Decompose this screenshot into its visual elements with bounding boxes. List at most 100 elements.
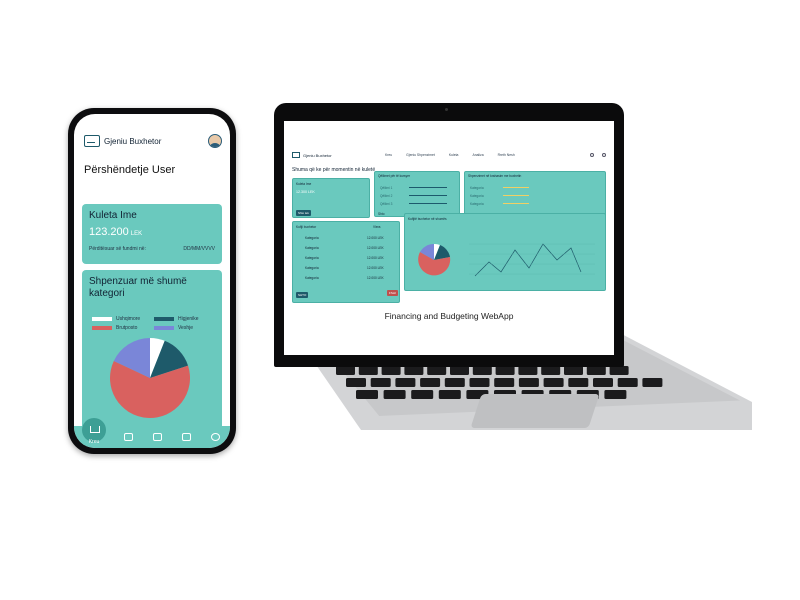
budget-row-label: Kategoria bbox=[305, 236, 319, 240]
phone-header: Gjeniu Buxhetor bbox=[74, 114, 230, 148]
keyboard-key bbox=[383, 390, 406, 399]
keyboard-key bbox=[617, 378, 638, 387]
expense-bar bbox=[503, 187, 529, 189]
budget-row-value: 12.000 LEK bbox=[367, 236, 384, 240]
budget-add-button[interactable]: SHTO bbox=[296, 292, 309, 298]
category-pie-chart bbox=[110, 338, 190, 418]
goal-progress bbox=[409, 195, 447, 197]
budget-row-label: Kategoria bbox=[305, 256, 319, 260]
keyboard-key bbox=[495, 366, 515, 375]
keyboard-key bbox=[518, 366, 538, 375]
wallet-card: Kuleta Ime 123.200 LEK Përditësuar së fun… bbox=[82, 204, 222, 264]
wallet-updated-label: Përditësuar së fundmi në: bbox=[89, 246, 146, 252]
nav-analiza[interactable]: Analiza bbox=[472, 153, 483, 157]
wallet-logo-icon bbox=[84, 135, 100, 147]
laptop-lid: Gjeniu Buxhetor Kreu Gjeniu Shpenzimet K… bbox=[274, 103, 624, 367]
laptop-screen: Gjeniu Buxhetor Kreu Gjeniu Shpenzimet K… bbox=[284, 121, 614, 355]
nav-home[interactable]: Kreu bbox=[82, 418, 106, 448]
nav-kreu[interactable]: Kreu bbox=[385, 153, 392, 157]
keyboard-key bbox=[543, 378, 564, 387]
keyboard-key bbox=[450, 366, 469, 375]
wallet-currency: LEK bbox=[130, 231, 143, 237]
top-categories-card: Shpenzuar më shumë kategori Ushqimore Hi… bbox=[82, 270, 222, 430]
legend-item: Brutposto bbox=[92, 325, 154, 331]
budget-row-label: Kategoria bbox=[305, 246, 319, 250]
expense-item: Kategoria bbox=[470, 194, 484, 198]
keyboard-key bbox=[568, 378, 589, 387]
avatar[interactable] bbox=[208, 134, 222, 148]
bell-icon[interactable] bbox=[590, 153, 594, 157]
legend-label: Ushqimore bbox=[116, 315, 141, 322]
laptop-charts bbox=[418, 243, 595, 277]
laptop-line-series bbox=[474, 243, 582, 277]
analytics-nav-icon[interactable] bbox=[182, 433, 191, 441]
top-categories-title: Shpenzuar më shumë kategori bbox=[89, 276, 187, 299]
goals-add-link[interactable]: Shto bbox=[378, 212, 385, 216]
keyboard-key bbox=[593, 378, 613, 387]
keyboard-key bbox=[472, 366, 492, 375]
nav-shpenzimet[interactable]: Gjeniu Shpenzimet bbox=[406, 153, 435, 157]
page-title: Përshëndetje User bbox=[84, 164, 176, 176]
keyboard-key bbox=[427, 366, 447, 375]
keyboard-key bbox=[609, 366, 629, 375]
legend-item: Higjenike bbox=[154, 316, 216, 322]
budget-row-value: 12.000 LEK bbox=[367, 266, 384, 270]
user-icon[interactable] bbox=[602, 153, 606, 157]
keyboard-key bbox=[336, 366, 355, 375]
laptop-expenses-card: Shpenzimet në krahasim me buxhetin Kateg… bbox=[464, 171, 606, 217]
wallet-logo-icon bbox=[292, 152, 300, 158]
phone-frame: Gjeniu Buxhetor Përshëndetje User Kuleta… bbox=[68, 108, 236, 454]
keyboard-key bbox=[370, 378, 391, 387]
legend-label: Higjenike bbox=[178, 315, 199, 322]
goal-progress bbox=[409, 187, 447, 189]
keyboard-key bbox=[346, 378, 366, 387]
goal-item: Qëllimi 3 bbox=[380, 202, 393, 206]
expenses-nav-icon[interactable] bbox=[124, 433, 133, 441]
nav-kuleta[interactable]: Kuleta bbox=[449, 153, 459, 157]
add-money-button[interactable]: Shto lek bbox=[296, 210, 311, 216]
budget-row-value: 12.000 LEK bbox=[367, 246, 384, 250]
wallet-amount-value: 123.200 bbox=[89, 226, 129, 238]
wallet-nav-icon[interactable] bbox=[153, 433, 162, 441]
keyboard-key bbox=[564, 366, 583, 375]
keyboard-key bbox=[356, 390, 378, 399]
legend-swatch bbox=[154, 325, 174, 330]
goal-item: Qëllimi 1 bbox=[380, 186, 393, 190]
bottom-nav: Kreu bbox=[74, 418, 230, 448]
keyboard-key bbox=[420, 378, 441, 387]
legend-swatch bbox=[92, 325, 112, 330]
laptop-budget-card: Kufiji buxhetor Vlera Kategoria 12.000 L… bbox=[292, 221, 400, 303]
budget-delete-button[interactable]: FSHI bbox=[387, 290, 398, 296]
laptop-wallet-amount: 12.300 LEK bbox=[296, 190, 315, 194]
keyboard-key bbox=[494, 378, 515, 387]
nav-rreth-nesh[interactable]: Rreth Nesh bbox=[498, 153, 515, 157]
phone-screen: Gjeniu Buxhetor Përshëndetje User Kuleta… bbox=[74, 114, 230, 448]
budget-row-value: 12.000 LEK bbox=[367, 256, 384, 260]
keyboard-key bbox=[586, 366, 606, 375]
expense-item: Kategoria bbox=[470, 202, 484, 206]
keyboard-key bbox=[404, 366, 424, 375]
goal-progress bbox=[409, 203, 447, 205]
keyboard-key bbox=[381, 366, 401, 375]
device-mockup: Gjeniu Buxhetor Kreu Gjeniu Shpenzimet K… bbox=[0, 0, 800, 600]
laptop-wallet-title: Kuleta Ime bbox=[296, 182, 312, 186]
legend-item: Veshje bbox=[154, 325, 216, 331]
wallet-updated: Përditësuar së fundmi në: DD/MM/VVVV bbox=[89, 246, 215, 252]
legend-swatch bbox=[154, 316, 174, 321]
keyboard-key bbox=[395, 378, 416, 387]
info-nav-icon[interactable] bbox=[211, 433, 220, 441]
wallet-amount: 123.200 LEK bbox=[89, 226, 215, 238]
budget-row-value: 12.000 LEK bbox=[367, 276, 384, 280]
laptop-nav: Kreu Gjeniu Shpenzimet Kuleta Analiza Rr… bbox=[385, 153, 515, 157]
chart-legend: Ushqimore Higjenike Brutposto Veshje bbox=[92, 314, 216, 332]
expenses-title: Shpenzimet në krahasim me buxhetin bbox=[468, 174, 522, 178]
budget-col-header: Vlera bbox=[373, 225, 381, 229]
wallet-updated-date: DD/MM/VVVV bbox=[183, 246, 215, 252]
laptop-caption: Financing and Budgeting WebApp bbox=[384, 311, 514, 321]
budget-row-label: Kategoria bbox=[305, 266, 319, 270]
nav-home-label: Kreu bbox=[88, 439, 100, 445]
laptop-camera bbox=[445, 108, 448, 111]
keyboard-key bbox=[444, 378, 465, 387]
expense-bar bbox=[503, 203, 529, 205]
keyboard-key bbox=[411, 390, 434, 399]
